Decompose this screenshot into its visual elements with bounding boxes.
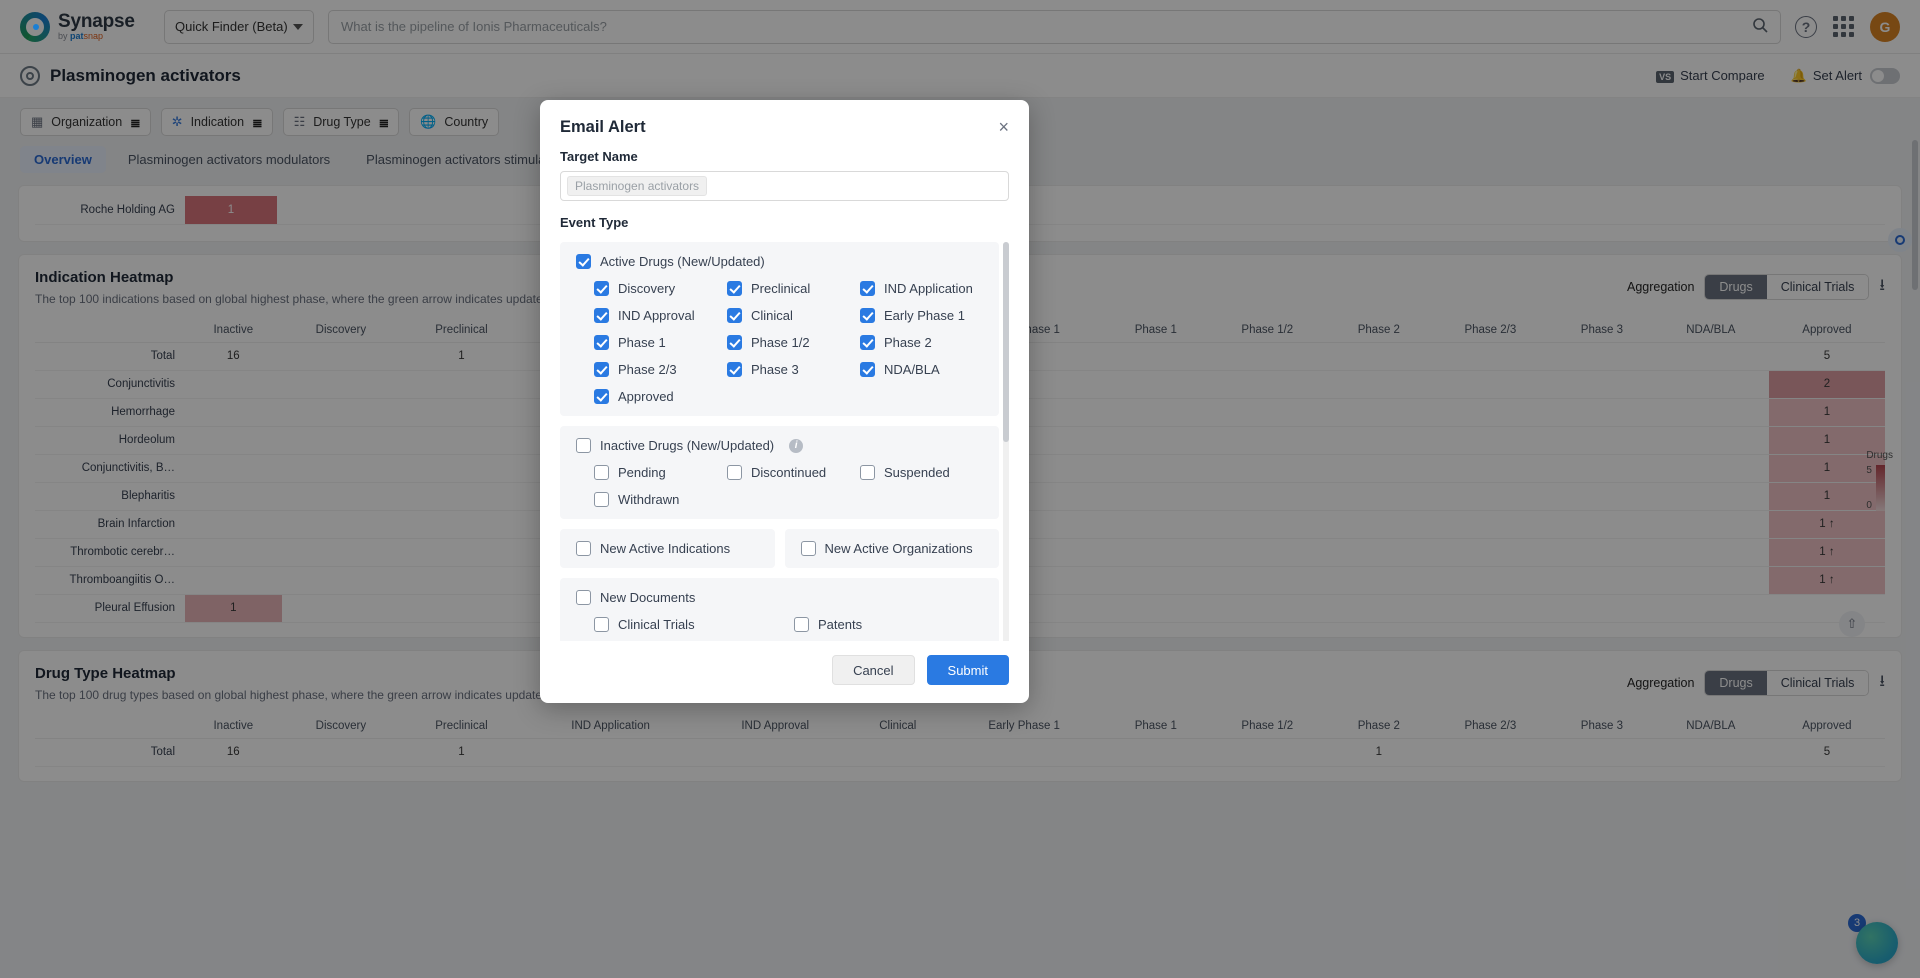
checkbox-icon[interactable]	[727, 335, 742, 350]
checkbox-icon[interactable]	[594, 335, 609, 350]
checkbox-item[interactable]: Patents	[794, 617, 983, 632]
dialog-header: Email Alert ×	[540, 100, 1029, 137]
checkbox-icon[interactable]	[727, 362, 742, 377]
dialog-footer: Cancel Submit	[540, 641, 1029, 703]
checkbox-group-active-drugs: Active Drugs (New/Updated) Discovery Precl…	[560, 242, 999, 416]
checkbox-item[interactable]: Clinical Trials	[594, 617, 794, 632]
checkbox-icon[interactable]	[594, 362, 609, 377]
checkbox-item[interactable]: Pending	[594, 465, 727, 480]
checkbox-icon[interactable]	[594, 617, 609, 632]
checkbox-icon[interactable]	[860, 281, 875, 296]
checkbox-icon[interactable]	[860, 362, 875, 377]
checkbox-label: Suspended	[884, 465, 950, 480]
checkbox-icon[interactable]	[576, 590, 591, 605]
checkbox-item[interactable]: IND Application	[860, 281, 983, 296]
checkbox-label: New Active Indications	[600, 541, 731, 556]
checkbox-label: Discovery	[618, 281, 676, 296]
checkbox-label: Active Drugs (New/Updated)	[600, 254, 765, 269]
checkbox-group-new-documents: New Documents Clinical Trials Patents	[560, 578, 999, 641]
checkbox-item[interactable]: New Active Organizations	[800, 541, 984, 556]
close-icon[interactable]: ×	[998, 118, 1009, 136]
checkbox-item[interactable]: Suspended	[860, 465, 983, 480]
checkbox-label: Pending	[618, 465, 666, 480]
checkbox-label: Early Phase 1	[884, 308, 965, 323]
checkbox-label: New Active Organizations	[824, 541, 973, 556]
checkbox-icon[interactable]	[576, 541, 591, 556]
checkbox-icon[interactable]	[727, 465, 742, 480]
checkbox-label: New Documents	[600, 590, 696, 605]
checkbox-new-documents-parent[interactable]: New Documents	[576, 590, 983, 605]
dialog-body: Target Name Plasminogen activators Event…	[540, 137, 1029, 641]
checkbox-label: Phase 2/3	[618, 362, 677, 377]
checkbox-icon[interactable]	[576, 254, 591, 269]
checkbox-label: NDA/BLA	[884, 362, 940, 377]
checkbox-icon[interactable]	[860, 465, 875, 480]
target-name-label: Target Name	[560, 149, 638, 164]
checkbox-label: Preclinical	[751, 281, 811, 296]
checkbox-label: Phase 1/2	[751, 335, 810, 350]
checkbox-icon[interactable]	[727, 308, 742, 323]
checkbox-icon[interactable]	[594, 465, 609, 480]
target-name-input[interactable]: Plasminogen activators	[560, 171, 1009, 201]
checkbox-icon[interactable]	[594, 281, 609, 296]
inline-checkbox-groups: New Active Indications New Active Organiz…	[560, 529, 999, 568]
dialog-title: Email Alert	[560, 118, 646, 136]
checkbox-icon[interactable]	[594, 308, 609, 323]
checkbox-item[interactable]: Phase 3	[727, 362, 860, 377]
checkbox-icon[interactable]	[727, 281, 742, 296]
checkbox-label: Patents	[818, 617, 863, 632]
target-name-tag: Plasminogen activators	[567, 176, 708, 196]
checkbox-label: Phase 1	[618, 335, 666, 350]
checkbox-label: Withdrawn	[618, 492, 680, 507]
inline-group: New Active Organizations	[784, 529, 999, 568]
checkbox-item[interactable]: Approved	[594, 389, 727, 404]
checkbox-label: Clinical Trials	[618, 617, 695, 632]
checkbox-label: Inactive Drugs (New/Updated)	[600, 438, 775, 453]
checkbox-label: Clinical	[751, 308, 793, 323]
checkbox-label: Phase 2	[884, 335, 932, 350]
checkbox-item[interactable]: Phase 1/2	[727, 335, 860, 350]
inline-group: New Active Indications	[560, 529, 775, 568]
event-type-label: Event Type	[560, 215, 629, 230]
cancel-button[interactable]: Cancel	[832, 655, 915, 685]
checkbox-icon[interactable]	[594, 492, 609, 507]
submit-button[interactable]: Submit	[926, 655, 1009, 685]
checkbox-icon[interactable]	[800, 541, 816, 556]
info-icon[interactable]: i	[789, 438, 804, 453]
checkbox-grid: Discovery Preclinical IND Application IND A…	[576, 281, 983, 404]
email-alert-dialog: Email Alert × Target Name Plasminogen ac…	[540, 100, 1029, 703]
checkbox-item[interactable]: Discovery	[594, 281, 727, 296]
checkbox-inactive-drugs-parent[interactable]: Inactive Drugs (New/Updated) i	[576, 438, 983, 453]
checkbox-label: Discontinued	[751, 465, 827, 480]
checkbox-icon[interactable]	[860, 308, 875, 323]
checkbox-item[interactable]: Phase 1	[594, 335, 727, 350]
checkbox-item[interactable]: New Active Indications	[576, 541, 759, 556]
checkbox-label: Phase 3	[751, 362, 799, 377]
checkbox-item[interactable]: Phase 2	[860, 335, 983, 350]
checkbox-label: IND Approval	[618, 308, 695, 323]
checkbox-item[interactable]: Discontinued	[727, 465, 860, 480]
checkbox-grid: Clinical Trials Patents	[576, 617, 983, 632]
checkbox-item[interactable]: Preclinical	[727, 281, 860, 296]
checkbox-item[interactable]: Early Phase 1	[860, 308, 983, 323]
checkbox-item[interactable]: Withdrawn	[594, 492, 727, 507]
scrollbar-thumb[interactable]	[1003, 242, 1009, 442]
checkbox-icon[interactable]	[794, 617, 809, 632]
checkbox-label: Approved	[618, 389, 674, 404]
checkbox-label: IND Application	[884, 281, 973, 296]
checkbox-item[interactable]: NDA/BLA	[860, 362, 983, 377]
checkbox-group-inactive-drugs: Inactive Drugs (New/Updated) i Pending Disc…	[560, 426, 999, 519]
checkbox-icon[interactable]	[576, 438, 591, 453]
checkbox-item[interactable]: Phase 2/3	[594, 362, 727, 377]
checkbox-active-drugs-parent[interactable]: Active Drugs (New/Updated)	[576, 254, 983, 269]
checkbox-grid: Pending Discontinued Suspended Withdrawn	[576, 465, 983, 507]
checkbox-item[interactable]: IND Approval	[594, 308, 727, 323]
checkbox-icon[interactable]	[860, 335, 875, 350]
event-type-scroll-area[interactable]: Active Drugs (New/Updated) Discovery Precl…	[560, 242, 1009, 641]
checkbox-item[interactable]: Clinical	[727, 308, 860, 323]
checkbox-icon[interactable]	[594, 389, 609, 404]
